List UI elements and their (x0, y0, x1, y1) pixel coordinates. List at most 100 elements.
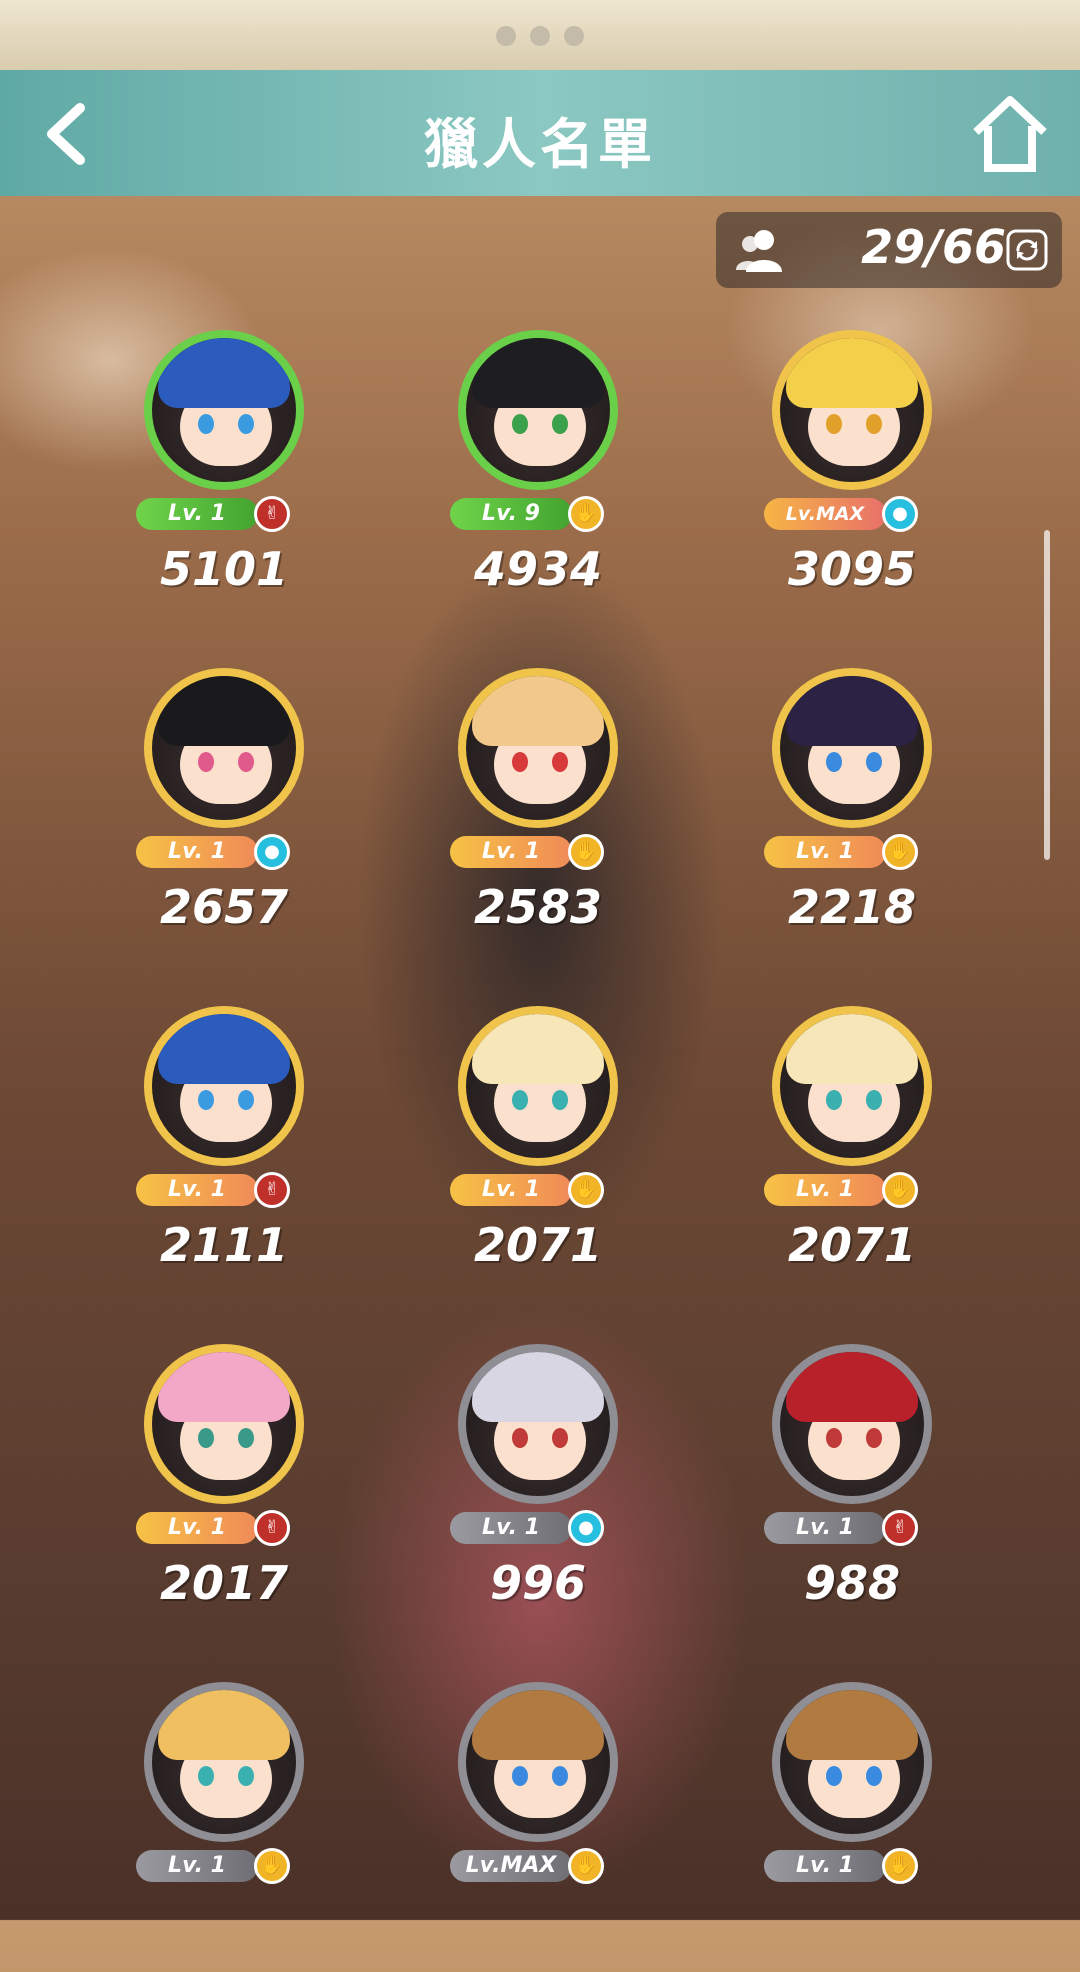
eye (866, 414, 882, 434)
level-badge: Lv.MAX (764, 498, 886, 530)
hunter-card[interactable]: Lv. 1 ✋ (752, 1672, 952, 1972)
hunter-hair (786, 338, 918, 408)
scrollbar[interactable] (1044, 530, 1050, 860)
hunter-power: 2218 (787, 880, 917, 934)
level-badge: Lv. 1 (764, 1850, 886, 1882)
level-badge: Lv. 9 (450, 498, 572, 530)
hunter-card[interactable]: Lv. 1 ✋ 2071 (752, 996, 952, 1296)
paper-type-icon: ✋ (254, 1848, 290, 1884)
hunter-power: 2071 (787, 1218, 917, 1272)
paper-type-icon: ✋ (568, 834, 604, 870)
hunter-portrait (772, 1344, 932, 1504)
header-bar: 獵人名單 (0, 70, 1080, 196)
rock-type-icon: ● (254, 834, 290, 870)
hunter-portrait (772, 1006, 932, 1166)
eye (198, 1428, 214, 1448)
hunter-hair (472, 1690, 604, 1760)
eye (512, 1766, 528, 1786)
eye (238, 752, 254, 772)
hunter-power: 988 (803, 1556, 901, 1610)
hunter-card[interactable]: Lv. 9 ✋ 4934 (438, 320, 638, 620)
level-badge: Lv. 1 (450, 1174, 572, 1206)
eye (866, 1090, 882, 1110)
hunter-card[interactable]: Lv. 1 ✋ 2071 (438, 996, 638, 1296)
hunter-hair (158, 338, 290, 408)
hunter-card[interactable]: Lv. 1 ● 996 (438, 1334, 638, 1634)
eye (198, 1090, 214, 1110)
eye (552, 1090, 568, 1110)
eye (552, 1428, 568, 1448)
hunter-portrait (144, 1344, 304, 1504)
hunter-hair (786, 1014, 918, 1084)
hunter-card[interactable]: Lv. 1 ✌ 2017 (124, 1334, 324, 1634)
rock-type-icon: ● (882, 496, 918, 532)
hunter-portrait (144, 668, 304, 828)
hunter-card[interactable]: Lv. 1 ✌ 988 (752, 1334, 952, 1634)
hunter-hair (786, 1352, 918, 1422)
hunter-portrait (458, 668, 618, 828)
hunter-portrait (458, 1682, 618, 1842)
hunter-card[interactable]: Lv. 1 ✌ 2111 (124, 996, 324, 1296)
eye (512, 1090, 528, 1110)
eye (238, 1428, 254, 1448)
rock-type-icon: ● (568, 1510, 604, 1546)
hunter-hair (158, 676, 290, 746)
eye (826, 752, 842, 772)
hunter-hair (786, 676, 918, 746)
hunter-count: 29/66 (861, 220, 1006, 274)
refresh-icon[interactable] (1006, 229, 1048, 271)
hunter-portrait (144, 330, 304, 490)
level-badge: Lv. 1 (450, 836, 572, 868)
level-badge: Lv. 1 (136, 1512, 258, 1544)
hunter-card[interactable]: Lv. 1 ✋ (124, 1672, 324, 1972)
dot-icon (564, 26, 584, 46)
hunter-portrait (144, 1006, 304, 1166)
dot-icon (530, 26, 550, 46)
paper-type-icon: ✋ (882, 1848, 918, 1884)
top-handle-bar (0, 0, 1080, 70)
hunter-portrait (772, 1682, 932, 1842)
hunter-portrait (772, 668, 932, 828)
eye (198, 1766, 214, 1786)
level-badge: Lv. 1 (764, 1512, 886, 1544)
hunter-card[interactable]: Lv. 1 ✋ 2583 (438, 658, 638, 958)
eye (238, 414, 254, 434)
hunter-hair (786, 1690, 918, 1760)
hunter-card[interactable]: Lv.MAX ● 3095 (752, 320, 952, 620)
paper-type-icon: ✋ (882, 834, 918, 870)
level-badge: Lv. 1 (136, 836, 258, 868)
eye (198, 414, 214, 434)
eye (866, 1428, 882, 1448)
level-badge: Lv. 1 (136, 498, 258, 530)
hunter-hair (158, 1690, 290, 1760)
hunter-card[interactable]: Lv. 1 ● 2657 (124, 658, 324, 958)
eye (826, 1090, 842, 1110)
hunter-power: 996 (489, 1556, 587, 1610)
hunter-count-panel: 29/66 (716, 212, 1062, 288)
hunter-portrait (772, 330, 932, 490)
more-menu-dots[interactable] (0, 26, 1080, 46)
hunter-hair (472, 676, 604, 746)
hunter-hair (158, 1014, 290, 1084)
hunter-hair (158, 1352, 290, 1422)
hunter-power: 5101 (159, 542, 289, 596)
eye (198, 752, 214, 772)
hunter-card[interactable]: Lv. 1 ✌ 5101 (124, 320, 324, 620)
eye (552, 414, 568, 434)
level-badge: Lv. 1 (764, 836, 886, 868)
page-title: 獵人名單 (424, 113, 656, 176)
hunter-portrait (144, 1682, 304, 1842)
hunter-power: 4934 (473, 542, 603, 596)
hunter-power: 2111 (159, 1218, 289, 1272)
hunter-portrait (458, 1006, 618, 1166)
eye (826, 1428, 842, 1448)
hunter-card[interactable]: Lv.MAX ✋ (438, 1672, 638, 1972)
scissors-type-icon: ✌ (254, 1172, 290, 1208)
level-badge: Lv. 1 (136, 1174, 258, 1206)
paper-type-icon: ✋ (568, 496, 604, 532)
eye (512, 414, 528, 434)
paper-type-icon: ✋ (568, 1848, 604, 1884)
home-icon[interactable] (968, 92, 1052, 176)
eye (866, 752, 882, 772)
hunter-card[interactable]: Lv. 1 ✋ 2218 (752, 658, 952, 958)
